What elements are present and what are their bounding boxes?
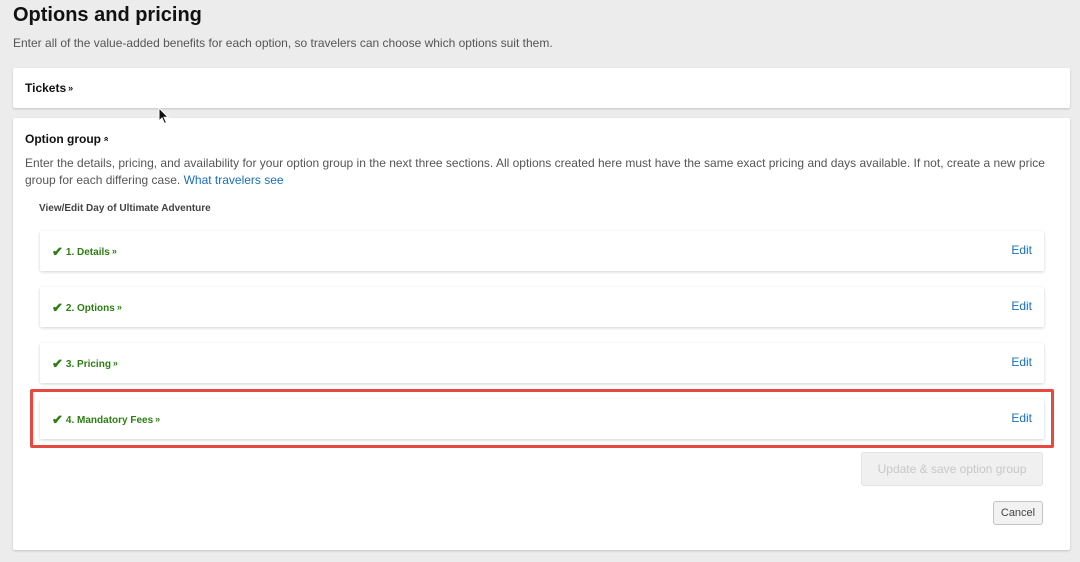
step-options-toggle[interactable]: ✔ 2. Options» (52, 300, 122, 316)
what-travelers-see-link[interactable]: What travelers see (184, 173, 284, 187)
cancel-button[interactable]: Cancel (993, 501, 1043, 525)
step-pricing-toggle[interactable]: ✔ 3. Pricing» (52, 356, 118, 372)
checkmark-icon: ✔ (52, 300, 63, 315)
step-mandatory-fees-edit-link[interactable]: Edit (1011, 411, 1032, 425)
step-mandatory-fees[interactable]: ✔ 4. Mandatory Fees» Edit (40, 399, 1044, 439)
double-chevron-down-icon: » (68, 83, 74, 93)
option-group-panel: Option group» Enter the details, pricing… (13, 118, 1070, 550)
view-edit-heading: View/Edit Day of Ultimate Adventure (39, 203, 211, 214)
checkmark-icon: ✔ (52, 356, 63, 371)
step-options-label: 2. Options (65, 303, 115, 314)
double-chevron-down-icon: » (155, 414, 161, 424)
tickets-toggle[interactable]: Tickets» (25, 81, 73, 95)
step-mandatory-fees-toggle[interactable]: ✔ 4. Mandatory Fees» (52, 412, 160, 428)
mouse-cursor-icon (158, 107, 170, 125)
checkmark-icon: ✔ (52, 412, 63, 427)
option-group-toggle[interactable]: Option group» (25, 132, 111, 146)
step-details-edit-link[interactable]: Edit (1011, 243, 1032, 257)
step-pricing-edit-link[interactable]: Edit (1011, 355, 1032, 369)
step-options-edit-link[interactable]: Edit (1011, 299, 1032, 313)
tickets-panel: Tickets» (13, 68, 1070, 108)
double-chevron-down-icon: » (112, 358, 118, 368)
step-options[interactable]: ✔ 2. Options» Edit (40, 287, 1044, 327)
double-chevron-down-icon: » (111, 246, 117, 256)
step-pricing-label: 3. Pricing (65, 359, 111, 370)
step-pricing[interactable]: ✔ 3. Pricing» Edit (40, 343, 1044, 383)
step-details-label: 1. Details (65, 247, 110, 258)
tickets-label: Tickets (25, 81, 67, 95)
step-details-toggle[interactable]: ✔ 1. Details» (52, 244, 117, 260)
page-subtitle: Enter all of the value-added benefits fo… (13, 36, 553, 50)
double-chevron-down-icon: » (116, 302, 122, 312)
checkmark-icon: ✔ (52, 244, 63, 259)
page-title: Options and pricing (13, 4, 202, 26)
option-group-description-text: Enter the details, pricing, and availabi… (25, 156, 1045, 187)
option-group-label: Option group (25, 132, 101, 146)
double-chevron-up-icon: » (100, 136, 111, 142)
option-group-description: Enter the details, pricing, and availabi… (25, 155, 1055, 189)
step-details[interactable]: ✔ 1. Details» Edit (40, 231, 1044, 271)
step-mandatory-fees-label: 4. Mandatory Fees (65, 415, 154, 426)
update-save-option-group-button[interactable]: Update & save option group (861, 452, 1043, 486)
